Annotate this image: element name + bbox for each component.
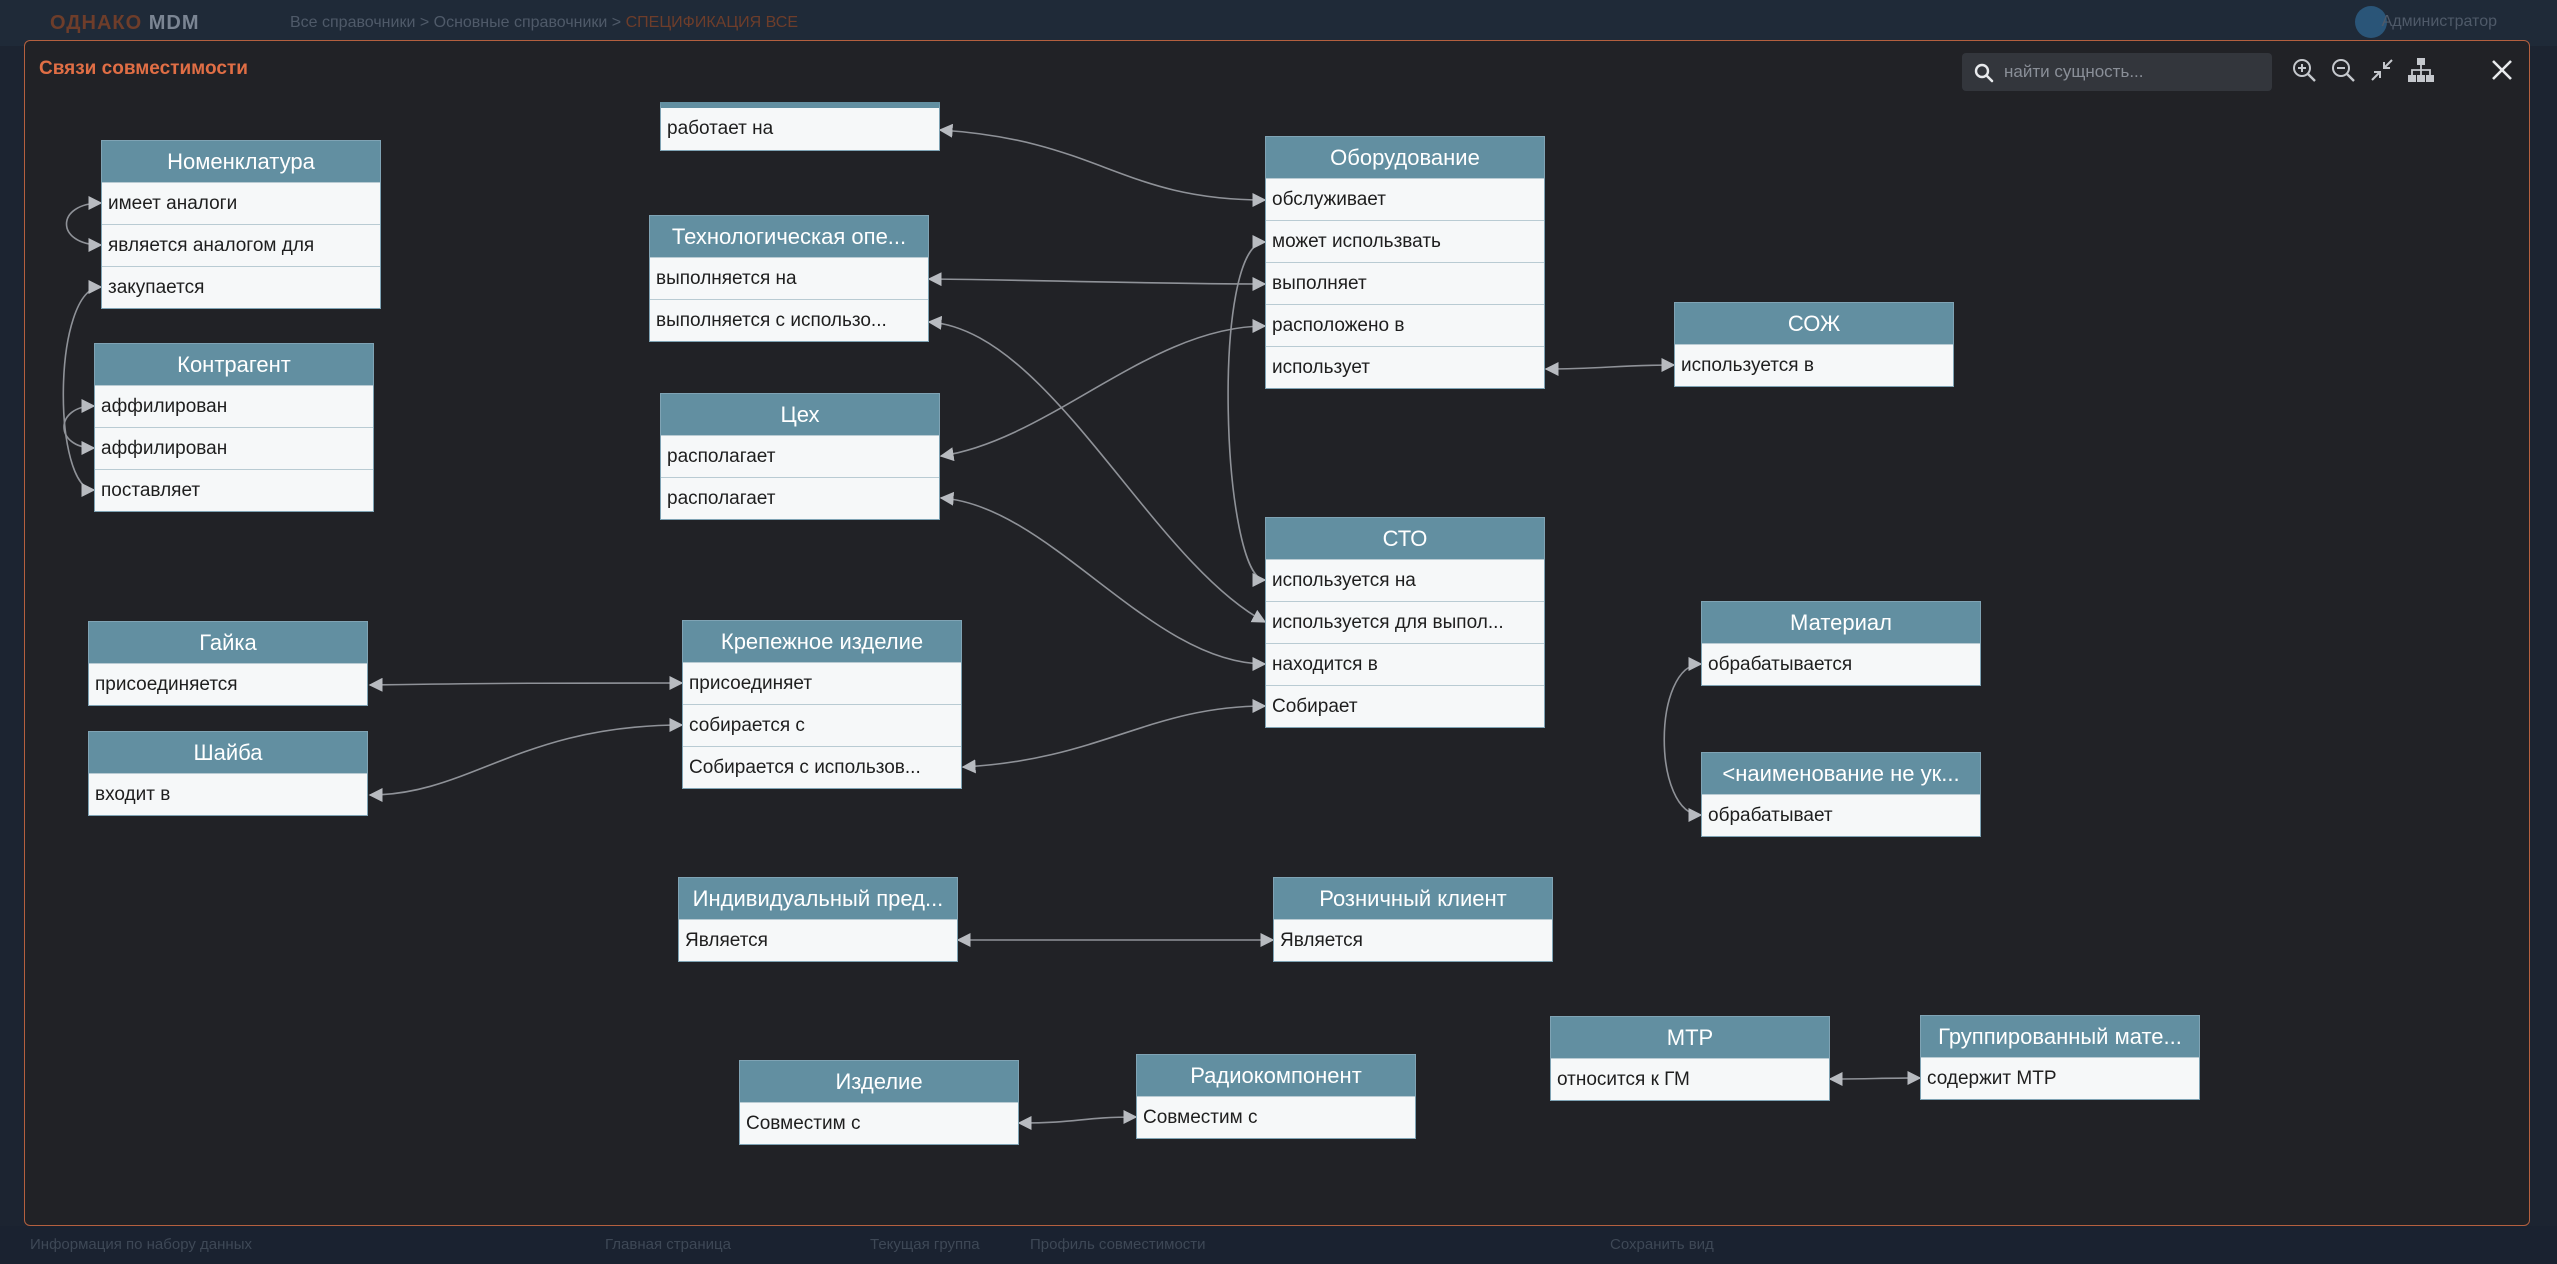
entity-contractor[interactable]: Контрагент аффилирован аффилирован поста… bbox=[94, 343, 374, 512]
entity-title[interactable]: МТР bbox=[1551, 1017, 1829, 1058]
entity-relation[interactable]: располагает bbox=[661, 435, 939, 477]
entity-relation[interactable]: входит в bbox=[89, 773, 367, 815]
breadcrumb-item[interactable]: Все справочники bbox=[290, 14, 415, 31]
entity-equipment[interactable]: Оборудование обслуживает может использва… bbox=[1265, 136, 1545, 389]
entity-nut[interactable]: Гайка присоединяется bbox=[88, 621, 368, 706]
entity-relation[interactable]: является аналогом для bbox=[102, 224, 380, 266]
entity-relation[interactable]: выполняется с использо... bbox=[650, 299, 928, 341]
entity-grouped-material[interactable]: Группированный мате... содержит МТР bbox=[1920, 1015, 2200, 1100]
entity-product[interactable]: Изделие Совместим с bbox=[739, 1060, 1019, 1145]
collapse-icon[interactable] bbox=[2368, 56, 2396, 84]
entity-relation[interactable]: Совместим с bbox=[1137, 1096, 1415, 1138]
save-view-button[interactable]: Сохранить вид bbox=[1610, 1236, 1714, 1253]
entity-relation[interactable]: использует bbox=[1266, 346, 1544, 388]
entity-relation[interactable]: аффилирован bbox=[95, 385, 373, 427]
entity-fastener[interactable]: Крепежное изделие присоединяет собираетс… bbox=[682, 620, 962, 789]
entity-relation[interactable]: присоединяется bbox=[89, 663, 367, 705]
entity-washer[interactable]: Шайба входит в bbox=[88, 731, 368, 816]
entity-relation[interactable]: закупается bbox=[102, 266, 380, 308]
entity-relation[interactable]: используется для выпол... bbox=[1266, 601, 1544, 643]
breadcrumb: Все справочники > Основные справочники >… bbox=[290, 14, 799, 31]
app-logo[interactable]: ОДНАКО MDM bbox=[50, 12, 200, 35]
entity-relation[interactable]: выполняет bbox=[1266, 262, 1544, 304]
entity-relation[interactable]: используется на bbox=[1266, 559, 1544, 601]
entity-relation[interactable]: используется в bbox=[1675, 344, 1953, 386]
entity-radio-component[interactable]: Радиокомпонент Совместим с bbox=[1136, 1054, 1416, 1139]
entity-sto[interactable]: СТО используется на используется для вып… bbox=[1265, 517, 1545, 728]
entity-title[interactable]: Цех bbox=[661, 394, 939, 435]
entity-entrepreneur[interactable]: Индивидуальный пред... Является bbox=[678, 877, 958, 962]
entity-relation[interactable]: Совместим с bbox=[740, 1102, 1018, 1144]
entity-relation[interactable]: Является bbox=[1274, 919, 1552, 961]
entity-relation[interactable]: работает на bbox=[661, 108, 939, 150]
app-statusbar: Информация по набору данных Главная стра… bbox=[0, 1226, 2557, 1264]
entity-relation[interactable]: обрабатывает bbox=[1702, 794, 1980, 836]
app-logo-suffix: MDM bbox=[148, 12, 200, 34]
entity-works-on[interactable]: работает на bbox=[660, 102, 940, 151]
breadcrumb-item[interactable]: СПЕЦИФИКАЦИЯ ВСЕ bbox=[626, 14, 798, 31]
entity-relation[interactable]: аффилирован bbox=[95, 427, 373, 469]
entity-title[interactable]: СТО bbox=[1266, 518, 1544, 559]
search-input[interactable] bbox=[2002, 57, 2261, 87]
entity-relation[interactable]: обрабатывается bbox=[1702, 643, 1980, 685]
hierarchy-icon[interactable] bbox=[2407, 56, 2435, 84]
entity-title[interactable]: Оборудование bbox=[1266, 137, 1544, 178]
breadcrumb-item[interactable]: Основные справочники bbox=[434, 14, 608, 31]
entity-title[interactable]: Номенклатура bbox=[102, 141, 380, 182]
entity-relation[interactable]: может использвать bbox=[1266, 220, 1544, 262]
entity-title[interactable]: Группированный мате... bbox=[1921, 1016, 2199, 1057]
app-logo-text: ОДНАКО bbox=[50, 12, 143, 34]
zoom-out-icon[interactable] bbox=[2329, 56, 2357, 84]
modal-title: Связи совместимости bbox=[39, 58, 248, 79]
entity-relation[interactable]: имеет аналоги bbox=[102, 182, 380, 224]
entity-title[interactable]: СОЖ bbox=[1675, 303, 1953, 344]
entity-relation[interactable]: расположено в bbox=[1266, 304, 1544, 346]
entity-relation[interactable]: располагает bbox=[661, 477, 939, 519]
entity-title[interactable]: Индивидуальный пред... bbox=[679, 878, 957, 919]
entity-relation[interactable]: относится к ГМ bbox=[1551, 1058, 1829, 1100]
entity-coolant[interactable]: СОЖ используется в bbox=[1674, 302, 1954, 387]
entity-relation[interactable]: поставляет bbox=[95, 469, 373, 511]
entity-relation[interactable]: присоединяет bbox=[683, 662, 961, 704]
entity-relation[interactable]: содержит МТР bbox=[1921, 1057, 2199, 1099]
user-name[interactable]: Администратор bbox=[2382, 13, 2497, 31]
zoom-in-icon[interactable] bbox=[2290, 56, 2318, 84]
entity-title[interactable]: Гайка bbox=[89, 622, 367, 663]
entity-title[interactable]: Розничный клиент bbox=[1274, 878, 1552, 919]
entity-relation[interactable]: Является bbox=[679, 919, 957, 961]
entity-search[interactable] bbox=[1962, 53, 2272, 91]
entity-relation[interactable]: собирается с bbox=[683, 704, 961, 746]
entity-title[interactable]: Материал bbox=[1702, 602, 1980, 643]
entity-unnamed[interactable]: <наименование не ук... обрабатывает bbox=[1701, 752, 1981, 837]
entity-title[interactable]: Крепежное изделие bbox=[683, 621, 961, 662]
status-tab[interactable]: Профиль совместимости bbox=[1030, 1236, 1206, 1253]
entity-title[interactable]: Радиокомпонент bbox=[1137, 1055, 1415, 1096]
entity-relation[interactable]: обслуживает bbox=[1266, 178, 1544, 220]
entity-title[interactable]: Контрагент bbox=[95, 344, 373, 385]
entity-relation[interactable]: выполняется на bbox=[650, 257, 928, 299]
status-tab[interactable]: Текущая группа bbox=[870, 1236, 980, 1253]
entity-mtr[interactable]: МТР относится к ГМ bbox=[1550, 1016, 1830, 1101]
entity-title[interactable]: Шайба bbox=[89, 732, 367, 773]
entity-title[interactable]: Изделие bbox=[740, 1061, 1018, 1102]
entity-material[interactable]: Материал обрабатывается bbox=[1701, 601, 1981, 686]
entity-relation[interactable]: находится в bbox=[1266, 643, 1544, 685]
entity-nomenclature[interactable]: Номенклатура имеет аналоги является анал… bbox=[101, 140, 381, 309]
close-icon[interactable] bbox=[2487, 55, 2517, 85]
entity-retail-client[interactable]: Розничный клиент Является bbox=[1273, 877, 1553, 962]
entity-relation[interactable]: Собирает bbox=[1266, 685, 1544, 727]
entity-title[interactable]: Технологическая опе... bbox=[650, 216, 928, 257]
entity-workshop[interactable]: Цех располагает располагает bbox=[660, 393, 940, 520]
status-text: Информация по набору данных bbox=[30, 1236, 252, 1253]
entity-title[interactable]: <наименование не ук... bbox=[1702, 753, 1980, 794]
entity-tech-operation[interactable]: Технологическая опе... выполняется на вы… bbox=[649, 215, 929, 342]
entity-relation[interactable]: Собирается с использов... bbox=[683, 746, 961, 788]
search-icon bbox=[1974, 63, 1994, 83]
status-tab[interactable]: Главная страница bbox=[605, 1236, 731, 1253]
